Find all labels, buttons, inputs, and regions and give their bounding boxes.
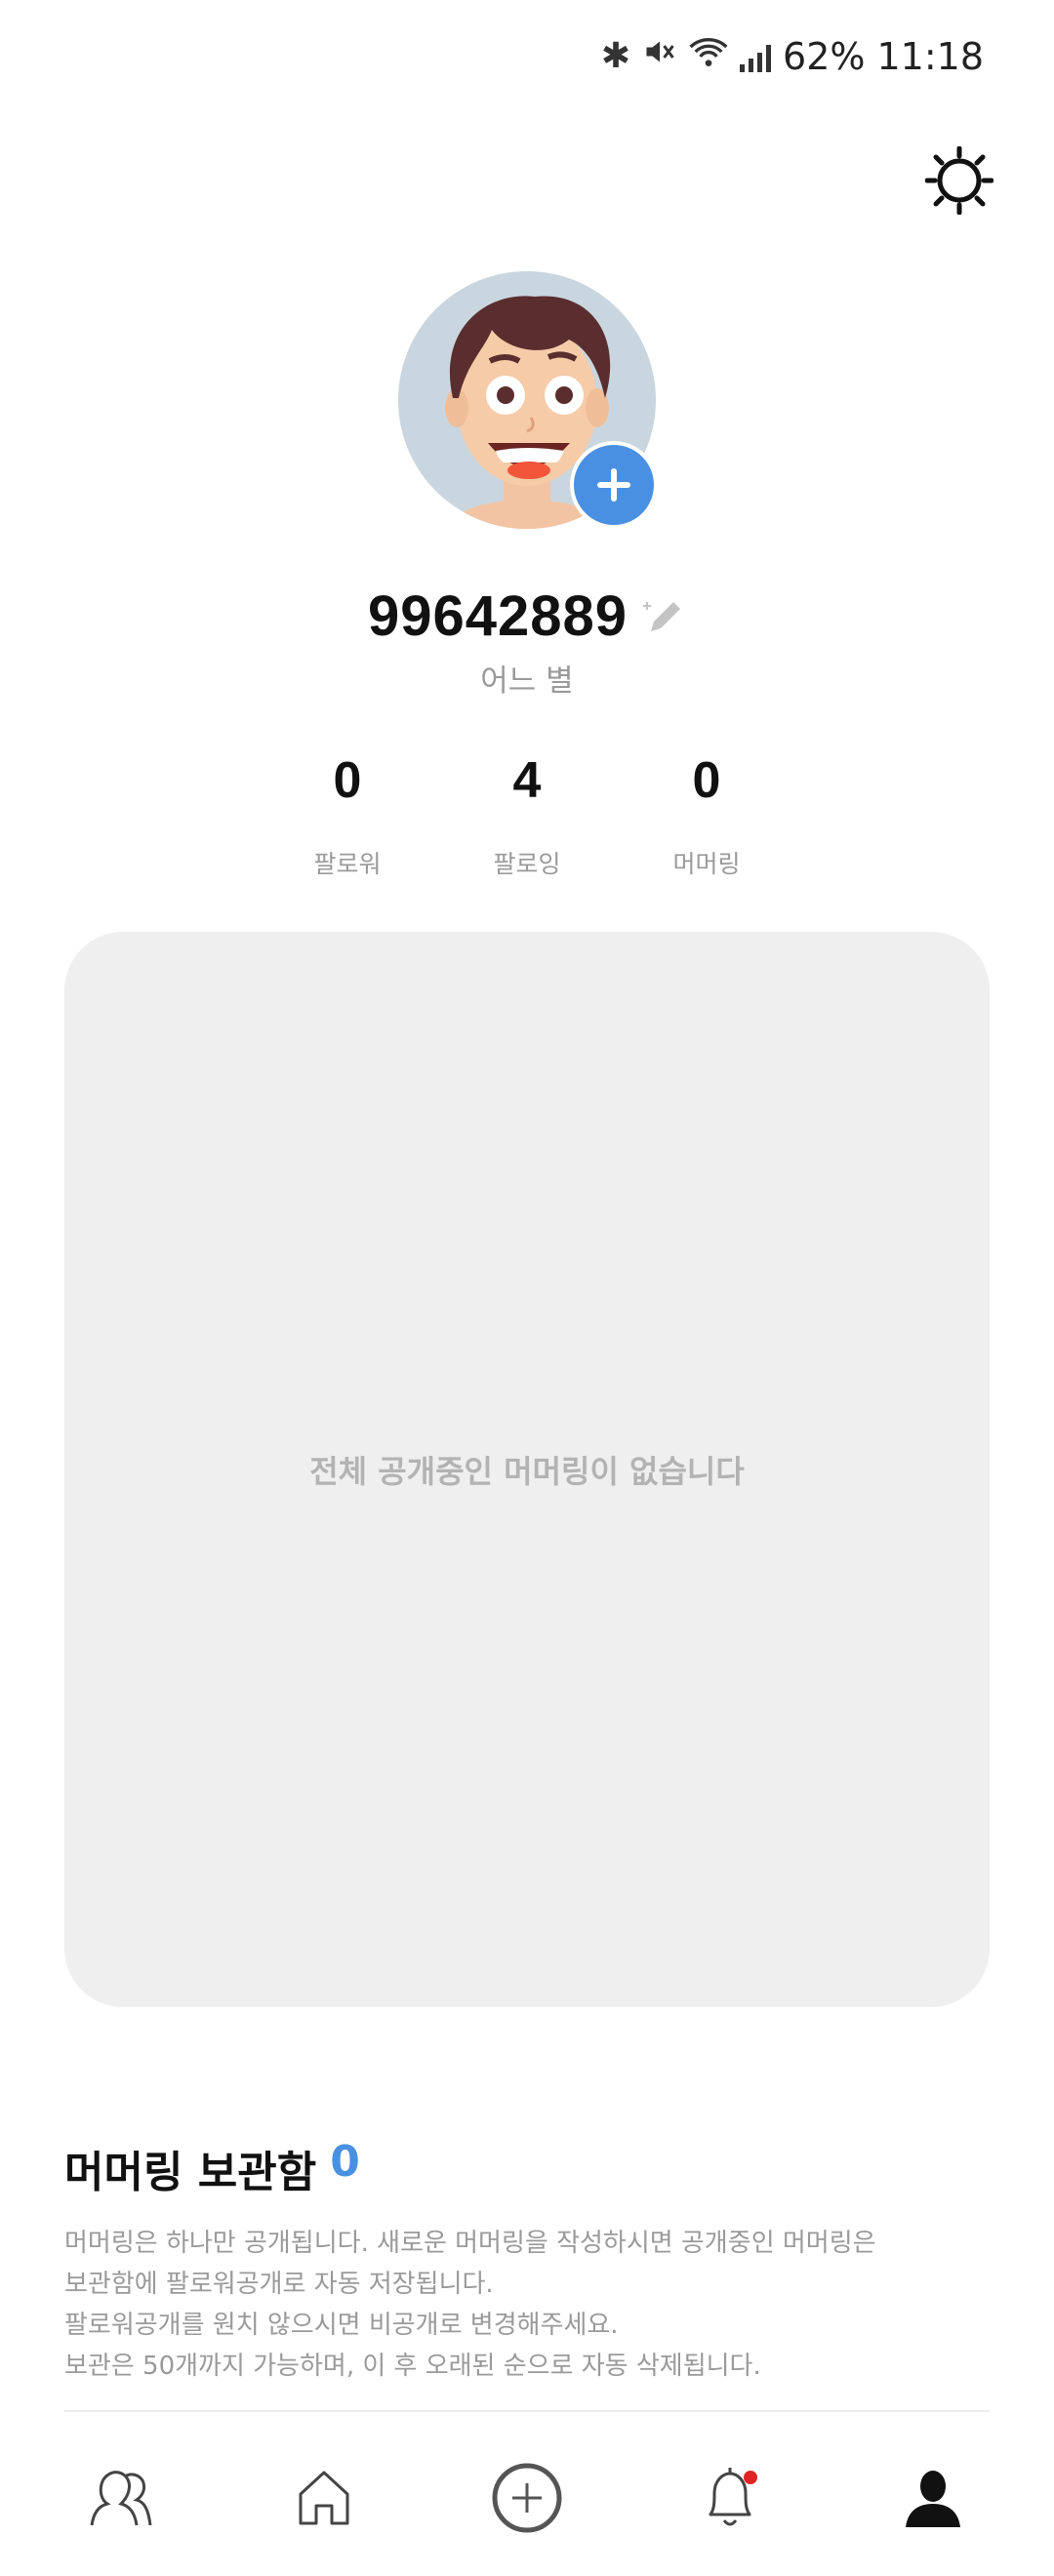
signal-icon [740,41,772,72]
battery-level: 62% [783,34,866,78]
storage-desc-line: 팔로워공개를 원치 않으시면 비공개로 변경해주세요. [64,2311,619,2340]
storage-desc-line: 머머링은 하나만 공개됩니다. 새로운 머머링을 작성하시면 공개중인 머머링은 [64,2229,876,2258]
nav-profile[interactable] [874,2439,992,2556]
nav-notifications[interactable] [671,2439,789,2556]
storage-desc-line: 보관은 50개까지 가능하며, 이 후 오래된 순으로 자동 삭제됩니다. [64,2352,761,2381]
clock: 11:18 [876,34,984,78]
followers-label: 팔로워 [313,850,382,878]
nav-home[interactable] [265,2439,383,2556]
storage-desc-line: 보관함에 팔로워공개로 자동 저장됩니다. [64,2270,494,2299]
following-count: 4 [512,752,542,809]
status-bar: ✱ 62% 11:18 [0,0,1054,112]
settings-button[interactable] [924,145,994,216]
bluetooth-icon: ✱ [600,36,631,76]
profile-avatar-container[interactable] [398,271,658,529]
divider [64,2410,990,2412]
following-stat[interactable]: 4 팔로잉 [437,751,617,880]
plus-icon [597,468,630,502]
profile-stats: 0 팔로워 4 팔로잉 0 머머링 [0,751,1054,880]
bottom-nav [0,2420,1054,2576]
murmuring-stat[interactable]: 0 머머링 [617,751,796,880]
sun-settings-icon [924,145,994,216]
friends-icon [90,2471,152,2526]
profile-subtitle: 어느 별 [480,664,574,699]
nav-compose[interactable] [468,2439,586,2556]
storage-title: 머머링 보관함 [64,2148,317,2197]
profile-name-row: 99642889 [0,584,1054,649]
add-circle-icon [492,2463,562,2533]
username: 99642889 [367,584,628,648]
followers-count: 0 [333,752,362,809]
murmuring-label: 머머링 [672,850,741,878]
mute-icon [642,34,677,78]
storage-count: 0 [330,2137,360,2187]
storage-description: 머머링은 하나만 공개됩니다. 새로운 머머링을 작성하시면 공개중인 머머링은… [64,2223,1001,2387]
followers-stat[interactable]: 0 팔로워 [258,751,437,880]
home-icon [299,2471,349,2525]
nav-friends[interactable] [62,2439,180,2556]
edit-name-button[interactable] [641,596,686,641]
pencil-icon [643,601,681,631]
profile-icon [906,2471,960,2527]
add-photo-button[interactable] [570,441,658,529]
empty-feed-message: 전체 공개중인 머머링이 없습니다 [309,1453,745,1490]
storage-heading: 머머링 보관함 0 [64,2137,360,2199]
wifi-icon [689,34,728,78]
public-murmuring-card: 전체 공개중인 머머링이 없습니다 [64,932,990,2007]
murmuring-count: 0 [692,752,721,809]
notification-badge [744,2471,757,2484]
following-label: 팔로잉 [493,850,561,878]
